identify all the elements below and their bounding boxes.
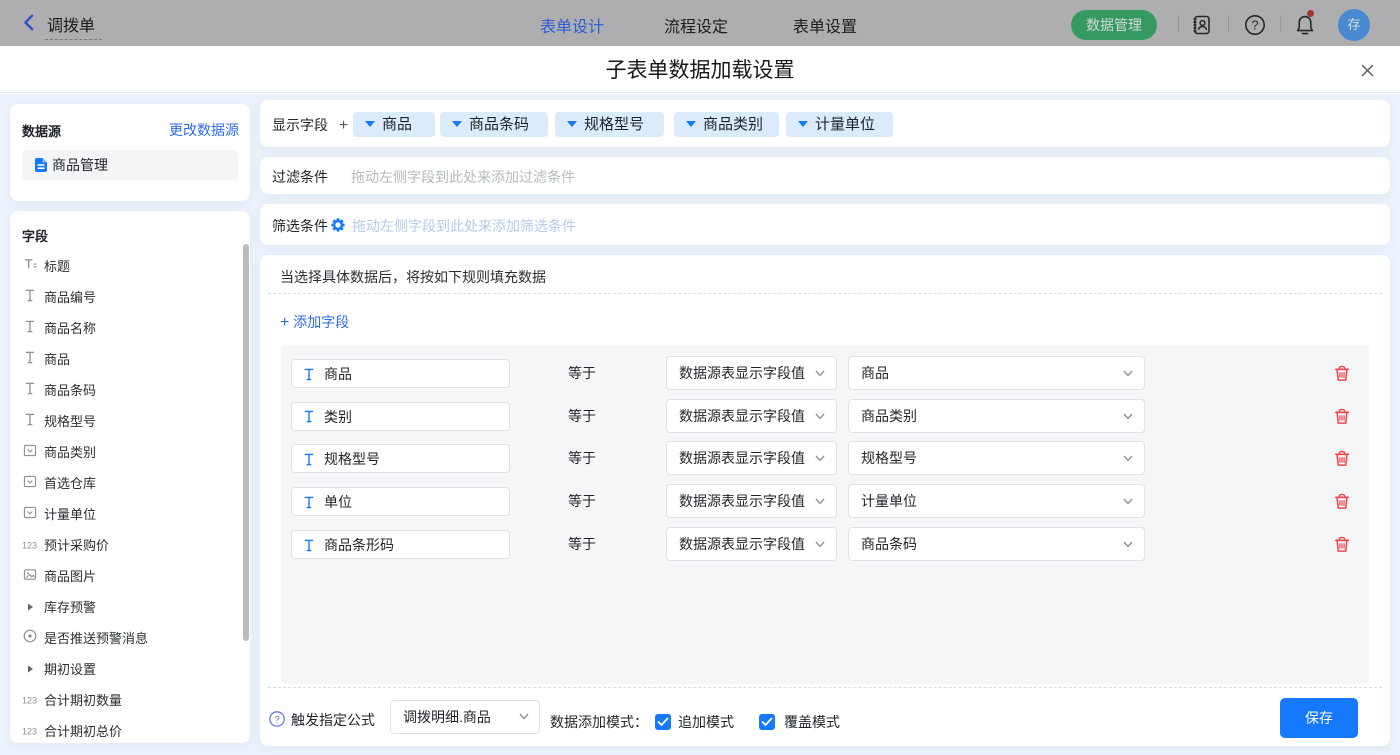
svg-text:?: ?: [274, 714, 279, 725]
svg-text:123: 123: [22, 727, 37, 737]
svg-text:123: 123: [22, 696, 37, 706]
svg-text:?: ?: [1252, 18, 1259, 32]
svg-text:123: 123: [22, 541, 37, 551]
